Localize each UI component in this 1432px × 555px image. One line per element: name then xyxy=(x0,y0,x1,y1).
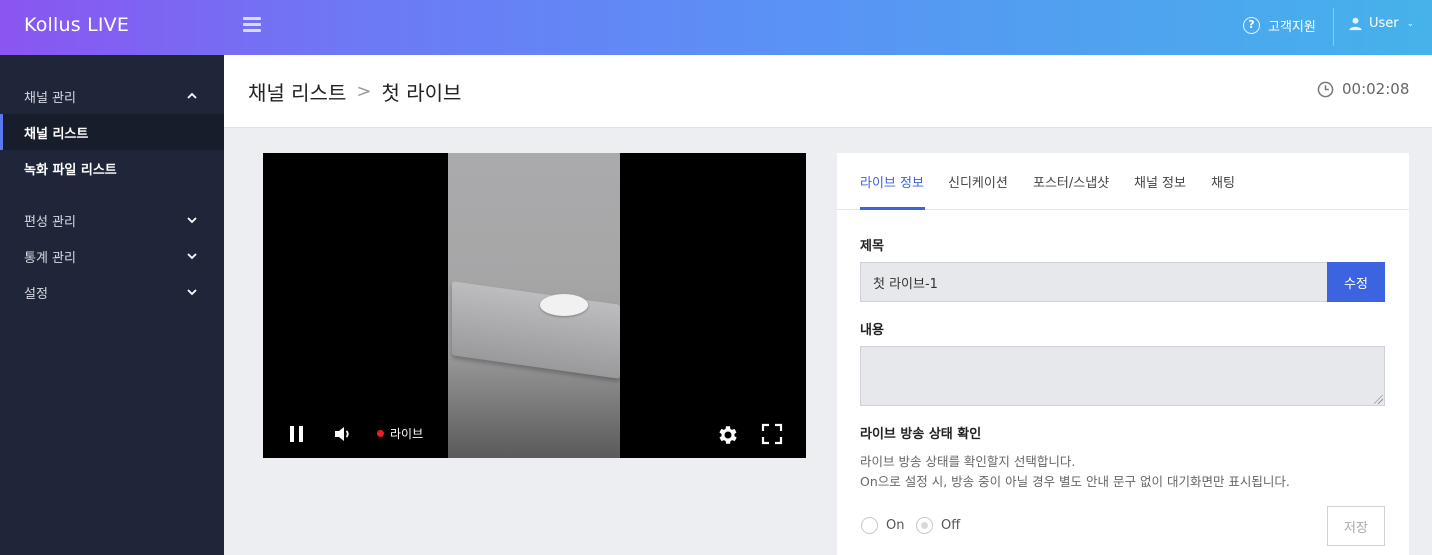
sidebar-item-label: 통계 관리 xyxy=(24,250,76,266)
volume-icon xyxy=(335,427,349,441)
radio-off-label: Off xyxy=(941,518,961,533)
sidebar-item-statistics-management[interactable]: 통계 관리 xyxy=(0,238,224,274)
sidebar-item-label: 녹화 파일 리스트 xyxy=(24,162,117,178)
radio-on-label: On xyxy=(886,518,905,533)
radio-on-option[interactable]: On xyxy=(861,517,904,534)
live-badge: 라이브 xyxy=(377,425,423,442)
sidebar-item-label: 채널 리스트 xyxy=(24,126,89,142)
clock-icon xyxy=(1317,81,1334,97)
chevron-down-icon xyxy=(187,289,197,296)
broadcast-status-description-2: On으로 설정 시, 방송 중이 아닐 경우 별도 안내 문구 없이 대기화면만… xyxy=(860,474,1290,489)
sidebar-item-label: 채널 관리 xyxy=(24,90,76,106)
broadcast-status-description-1: 라이브 방송 상태를 확인할지 선택합니다. xyxy=(860,454,1076,469)
sidebar-item-channel-management[interactable]: 채널 관리 xyxy=(0,78,224,114)
tab-live-info[interactable]: 라이브 정보 xyxy=(860,172,924,191)
broadcast-status-label: 라이브 방송 상태 확인 xyxy=(860,427,982,442)
video-player[interactable]: 라이브 xyxy=(263,153,806,458)
active-tab-indicator xyxy=(860,207,925,210)
live-info-panel: 라이브 정보 신디케이션 포스터/스냅샷 채널 정보 채팅 제목 첫 라이브-1… xyxy=(837,153,1409,555)
video-content-laptop xyxy=(452,281,620,379)
radio-off[interactable] xyxy=(916,517,933,534)
content-label: 내용 xyxy=(860,323,884,338)
support-link[interactable]: ? 고객지원 xyxy=(1243,16,1316,35)
menu-toggle-icon[interactable] xyxy=(243,17,261,35)
chevron-down-icon: ⌄ xyxy=(1406,18,1415,29)
video-frame xyxy=(448,153,620,458)
video-content-mouse xyxy=(540,294,588,316)
live-dot-icon xyxy=(377,430,384,437)
sidebar-item-label: 편성 관리 xyxy=(24,214,76,230)
radio-off-option[interactable]: Off xyxy=(916,517,960,534)
title-input[interactable]: 첫 라이브-1 xyxy=(860,262,1327,302)
save-button[interactable]: 저장 xyxy=(1327,506,1385,546)
title-label: 제목 xyxy=(860,239,884,254)
settings-icon xyxy=(719,426,737,444)
title-value: 첫 라이브-1 xyxy=(873,276,938,292)
settings-button[interactable] xyxy=(716,423,740,451)
live-label: 라이브 xyxy=(390,427,424,441)
elapsed-time: 00:02:08 xyxy=(1342,80,1410,98)
tab-syndication[interactable]: 신디케이션 xyxy=(948,172,1008,191)
breadcrumb-current: 첫 라이브 xyxy=(381,81,462,105)
help-circle-icon: ? xyxy=(1243,17,1260,34)
resize-grip-icon[interactable] xyxy=(1374,395,1383,404)
breadcrumb-parent[interactable]: 채널 리스트 xyxy=(248,77,346,106)
sidebar-item-recording-list[interactable]: 녹화 파일 리스트 xyxy=(0,150,224,186)
fullscreen-button[interactable] xyxy=(761,423,783,449)
tab-bar: 라이브 정보 신디케이션 포스터/스냅샷 채널 정보 채팅 xyxy=(837,153,1409,210)
app-logo[interactable]: Kollus LIVE xyxy=(24,14,129,36)
user-label: User xyxy=(1369,16,1399,31)
tab-chat[interactable]: 채팅 xyxy=(1211,172,1235,191)
chevron-up-icon xyxy=(187,92,197,99)
topbar-divider xyxy=(1333,8,1334,46)
user-icon xyxy=(1349,17,1362,31)
breadcrumb-separator: > xyxy=(356,81,372,102)
sidebar-item-label: 설정 xyxy=(24,286,48,302)
chevron-down-icon xyxy=(187,253,197,260)
edit-button[interactable]: 수정 xyxy=(1327,262,1385,302)
top-bar: Kollus LIVE ? 고객지원 User ⌄ xyxy=(0,0,1432,55)
pause-button[interactable] xyxy=(287,423,307,449)
radio-on[interactable] xyxy=(861,517,878,534)
sidebar: 채널 관리 채널 리스트 녹화 파일 리스트 편성 관리 통계 관리 설정 xyxy=(0,55,224,555)
breadcrumb: 채널 리스트 > 첫 라이브 xyxy=(248,77,461,106)
sidebar-item-channel-list[interactable]: 채널 리스트 xyxy=(0,114,224,150)
content-textarea[interactable] xyxy=(860,346,1385,406)
volume-button[interactable] xyxy=(332,423,354,449)
elapsed-timer: 00:02:08 xyxy=(1317,80,1409,98)
tab-poster-snapshot[interactable]: 포스터/스냅샷 xyxy=(1033,172,1109,191)
pause-icon xyxy=(290,426,303,442)
sidebar-item-settings[interactable]: 설정 xyxy=(0,274,224,310)
user-menu[interactable]: User ⌄ xyxy=(1348,16,1414,31)
fullscreen-icon xyxy=(761,423,783,445)
chevron-down-icon xyxy=(187,217,197,224)
page-header: 채널 리스트 > 첫 라이브 00:02:08 xyxy=(224,55,1432,128)
sidebar-item-schedule-management[interactable]: 편성 관리 xyxy=(0,202,224,238)
support-label: 고객지원 xyxy=(1268,20,1316,35)
tab-channel-info[interactable]: 채널 정보 xyxy=(1134,172,1186,191)
